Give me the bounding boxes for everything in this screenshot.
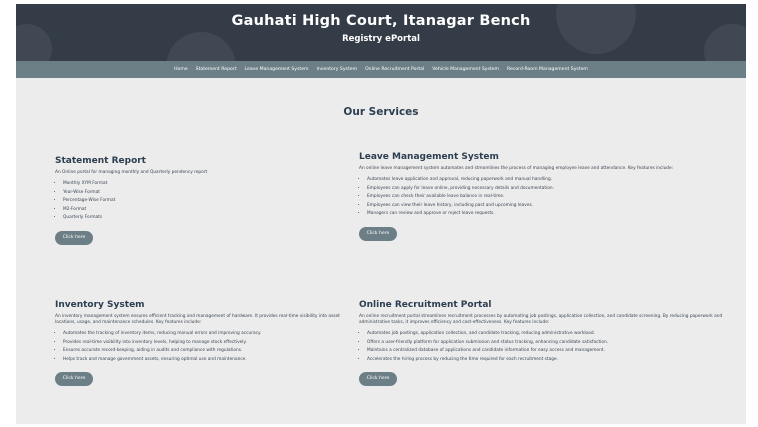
feature-item: Managers can review and approve or rejec…	[367, 210, 739, 219]
feature-item: Offers a user-friendly platform for appl…	[367, 339, 739, 348]
feature-item: M2-Format	[63, 206, 335, 215]
card-title: Leave Management System	[359, 152, 499, 162]
feature-item: Employees can view their leave history, …	[367, 202, 739, 211]
card-description: An online leave management system automa…	[359, 166, 674, 171]
click-here-button[interactable]: Click here	[359, 226, 397, 241]
nav-inventory-system[interactable]: Inventory System	[317, 67, 358, 72]
card-description: An inventory management system ensures e…	[55, 314, 340, 325]
nav-online-recruitment-portal[interactable]: Online Recruitment Portal	[365, 67, 424, 72]
feature-item: Helps track and manage government assets…	[63, 356, 345, 365]
nav-home[interactable]: Home	[174, 67, 188, 72]
service-card-inventory-system: Inventory System An inventory management…	[55, 300, 345, 386]
service-card-online-recruitment: Online Recruitment Portal An online recr…	[359, 300, 739, 386]
feature-item: Percentage-Wise Format	[63, 197, 335, 206]
nav-vehicle-management-system[interactable]: Vehicle Management System	[432, 67, 499, 72]
feature-list: Automates leave application and approval…	[359, 176, 739, 219]
feature-list: Automates job postings, application coll…	[359, 330, 739, 364]
site-subtitle: Registry ePortal	[342, 34, 420, 44]
nav-leave-management-system[interactable]: Leave Management System	[245, 67, 309, 72]
site-header: Gauhati High Court, Itanagar Bench Regis…	[16, 4, 746, 61]
site-title: Gauhati High Court, Itanagar Bench	[231, 13, 531, 29]
feature-list: Monthly XYM Format Year-Wise Format Perc…	[55, 180, 335, 223]
feature-item: Quarterly Formats	[63, 214, 335, 223]
feature-item: Automates leave application and approval…	[367, 176, 739, 185]
feature-item: Accelerates the hiring process by reduci…	[367, 356, 739, 365]
card-description: An online recruitment portal streamlines…	[359, 314, 723, 325]
card-title: Statement Report	[55, 156, 146, 166]
feature-item: Year-Wise Format	[63, 189, 335, 198]
page-frame: Gauhati High Court, Itanagar Bench Regis…	[16, 4, 746, 424]
nav-record-room-management-system[interactable]: Record-Room Management System	[507, 67, 588, 72]
feature-item: Automates job postings, application coll…	[367, 330, 739, 339]
card-title: Inventory System	[55, 300, 145, 310]
feature-item: Ensures accurate record-keeping, aiding …	[63, 347, 345, 356]
click-here-button[interactable]: Click here	[55, 372, 93, 386]
feature-list: Automates the tracking of inventory item…	[55, 330, 345, 364]
nav-statement-report[interactable]: Statement Report	[196, 67, 237, 72]
feature-item: Provides real-time visibility into inven…	[63, 339, 345, 348]
click-here-button[interactable]: Click here	[359, 372, 397, 386]
feature-item: Automates the tracking of inventory item…	[63, 330, 345, 339]
main-content: Our Services Statement Report An Online …	[16, 78, 746, 424]
click-here-button[interactable]: Click here	[55, 230, 93, 245]
feature-item: Monthly XYM Format	[63, 180, 335, 189]
card-title: Online Recruitment Portal	[359, 300, 492, 310]
feature-item: Employees can apply for leave online, pr…	[367, 185, 739, 194]
service-card-leave-management: Leave Management System An online leave …	[359, 152, 739, 241]
services-heading: Our Services	[343, 106, 419, 118]
service-card-statement-report: Statement Report An Online portal for ma…	[55, 156, 335, 245]
feature-item: Maintains a centralized database of appl…	[367, 347, 739, 356]
feature-item: Employees can check their available leav…	[367, 193, 739, 202]
main-nav: Home Statement Report Leave Management S…	[16, 61, 746, 78]
card-description: An Online portal for managing monthly an…	[55, 170, 208, 175]
